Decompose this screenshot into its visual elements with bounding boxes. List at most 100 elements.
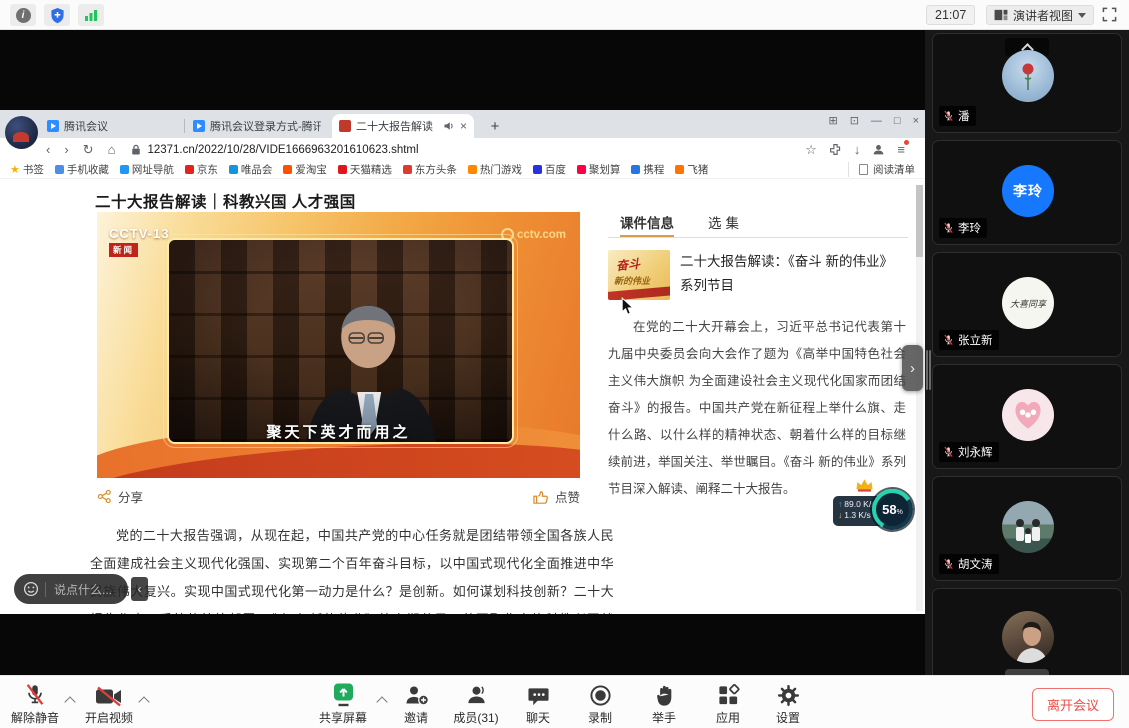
panel-expand-button[interactable]: ›	[902, 345, 923, 391]
bookmark-item[interactable]: 东方头条	[403, 162, 457, 177]
download-icon[interactable]: ↓	[854, 142, 861, 157]
reading-list-button[interactable]: 阅读清单	[848, 162, 915, 177]
browser-extra-icon[interactable]: ⊞	[828, 114, 837, 127]
camera-muted-icon	[95, 686, 123, 707]
participant-name: 刘永辉	[958, 444, 993, 460]
bookmark-item[interactable]: 网址导航	[120, 162, 174, 177]
view-mode-selector[interactable]: 演讲者视图	[986, 5, 1094, 25]
leave-meeting-button[interactable]: 离开会议	[1032, 688, 1114, 721]
new-tab-button[interactable]: +	[484, 115, 506, 137]
bookmark-item[interactable]: 手机收藏	[55, 162, 109, 177]
sidebar-scrollbar[interactable]	[929, 350, 931, 390]
emoji-smiley-icon[interactable]	[23, 581, 39, 597]
tencent-meeting-favicon	[47, 120, 59, 132]
video-player[interactable]: CCTV-13 新闻 cctv.com	[97, 212, 580, 478]
bookmark-item[interactable]: 百度	[533, 162, 566, 177]
rose-avatar-art	[1017, 60, 1039, 94]
browser-menu-icon[interactable]: ≡	[897, 142, 905, 157]
participant-tile[interactable]: 刘永辉	[932, 364, 1122, 469]
start-video-button[interactable]: 开启视频	[80, 683, 138, 726]
reload-icon[interactable]: ↻	[83, 142, 94, 158]
record-button[interactable]: 录制	[574, 683, 626, 726]
participant-tile[interactable]: 潘	[932, 33, 1122, 133]
forward-icon[interactable]: ›	[64, 142, 68, 157]
share-screen-button[interactable]: 共享屏幕	[312, 683, 374, 726]
back-icon[interactable]: ‹	[46, 142, 50, 157]
bookmark-item[interactable]: 飞猪	[675, 162, 708, 177]
bookmark-label: 手机收藏	[67, 162, 109, 177]
participant-tile[interactable]: 大喜同享 张立新	[932, 252, 1122, 357]
unmute-button[interactable]: 解除静音	[6, 683, 64, 726]
profile-icon[interactable]	[872, 143, 885, 156]
browser-tab-1[interactable]: 腾讯会议	[40, 114, 182, 138]
scrollbar-thumb[interactable]	[916, 185, 923, 257]
participant-name: 张立新	[958, 332, 993, 348]
settings-button[interactable]: 设置	[762, 683, 814, 726]
favicon	[533, 165, 542, 174]
courseware-item[interactable]: 奋斗 新的伟业 二十大报告解读：《奋斗 新的伟业》系列节目	[608, 250, 908, 300]
share-button[interactable]: 分享	[97, 487, 143, 506]
url-field[interactable]: 12371.cn/2022/10/28/VIDE1666963201610623…	[131, 143, 805, 156]
bookmark-item[interactable]: 热门游戏	[468, 162, 522, 177]
apps-button[interactable]: 应用	[702, 683, 754, 726]
bookmarks-bar: ★书签 手机收藏 网址导航 京东 唯品会 爱淘宝 天猫精选 东方头条 热门游戏 …	[0, 161, 925, 179]
network-quality-button[interactable]	[78, 4, 104, 26]
bookmark-star-icon[interactable]: ☆	[805, 142, 817, 158]
quick-chat-bar[interactable]: 说点什么...	[14, 574, 128, 604]
bookmark-label: 东方头条	[415, 162, 457, 177]
share-icon	[97, 489, 112, 504]
members-button[interactable]: 成员(31)	[444, 683, 508, 726]
raise-hand-button[interactable]: 举手	[638, 683, 690, 726]
extensions-icon[interactable]	[829, 143, 842, 156]
bookmark-item[interactable]: 京东	[185, 162, 218, 177]
raise-hand-icon	[654, 684, 675, 707]
window-minimize-icon[interactable]: —	[871, 115, 882, 127]
participant-tile[interactable]: 李玲 李玲	[932, 140, 1122, 245]
thumbs-up-icon	[532, 489, 549, 505]
download-arrow-icon: ↓	[838, 510, 842, 521]
window-close-icon[interactable]: ×	[913, 115, 919, 127]
participant-tile[interactable]: 胡文涛	[932, 476, 1122, 581]
browser-extra-icon[interactable]: ⊡	[850, 114, 859, 127]
participant-tile[interactable]	[932, 588, 1122, 675]
bookmark-item[interactable]: 天猫精选	[338, 162, 392, 177]
browser-tab-active[interactable]: 二十大报告解读｜科教兴国 人才强国 ×	[332, 114, 474, 138]
tab-separator	[184, 119, 185, 133]
button-label: 邀请	[404, 709, 428, 726]
bookmark-item[interactable]: 唯品会	[229, 162, 273, 177]
participants-sidebar: 潘 李玲 李玲 大喜同享 张立新 刘永辉	[925, 30, 1129, 675]
browser-profile-avatar[interactable]	[5, 116, 38, 149]
site-favicon	[339, 120, 351, 132]
mic-muted-icon	[943, 334, 954, 346]
page-scrollbar[interactable]	[916, 185, 923, 611]
share-options-caret[interactable]	[376, 696, 387, 707]
video-options-caret[interactable]	[138, 696, 149, 707]
home-icon[interactable]: ⌂	[108, 142, 116, 157]
tab-episodes[interactable]: 选集	[708, 212, 743, 237]
browser-tab-2[interactable]: 腾讯会议登录方式-腾讯会议	[186, 114, 328, 138]
invite-button[interactable]: 邀请	[390, 683, 442, 726]
bookmark-item[interactable]: 爱淘宝	[283, 162, 327, 177]
bookmark-item[interactable]: 聚划算	[577, 162, 621, 177]
bookmark-label: 书签	[23, 162, 44, 177]
security-shield-button[interactable]	[44, 4, 70, 26]
sidebar-scrollbar[interactable]	[926, 350, 928, 390]
chat-input-placeholder[interactable]: 说点什么...	[54, 581, 112, 598]
mic-options-caret[interactable]	[64, 696, 75, 707]
avatar-calligraphy: 大喜同享	[1010, 297, 1046, 310]
chat-collapse-button[interactable]: ‹	[131, 577, 148, 601]
button-label: 录制	[588, 709, 612, 726]
meeting-info-button[interactable]: i	[10, 4, 36, 26]
chat-button[interactable]: 聊天	[512, 683, 564, 726]
performance-gauge[interactable]: 58 %	[872, 489, 913, 530]
tab-courseware-info[interactable]: 课件信息	[620, 212, 674, 237]
fullscreen-button[interactable]	[1102, 7, 1117, 27]
window-maximize-icon[interactable]: □	[894, 115, 901, 127]
tab-title: 腾讯会议登录方式-腾讯会议	[210, 118, 321, 134]
bookmark-item[interactable]: 携程	[631, 162, 664, 177]
like-button[interactable]: 点赞	[532, 487, 580, 506]
heart-avatar-art	[1011, 400, 1045, 430]
bookmark-item[interactable]: ★书签	[10, 162, 44, 177]
tab-audio-icon[interactable]	[443, 120, 455, 132]
tab-close-icon[interactable]: ×	[460, 120, 467, 132]
